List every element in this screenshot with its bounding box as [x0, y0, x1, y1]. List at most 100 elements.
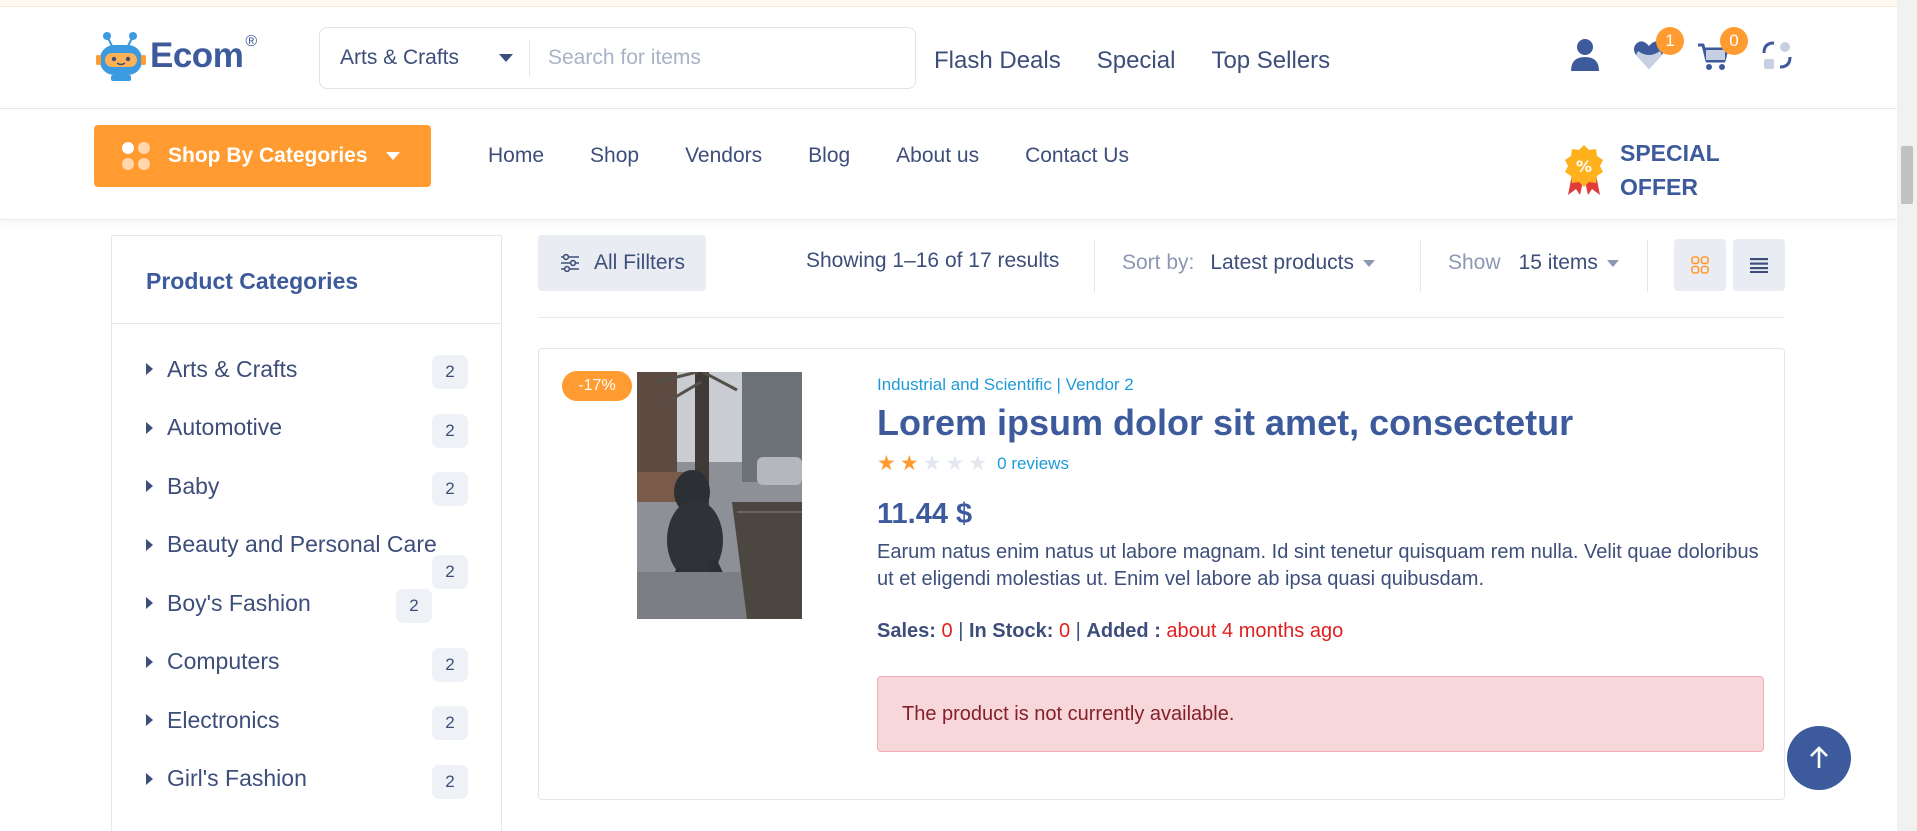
grid-icon	[1691, 256, 1709, 274]
category-label: Computers	[167, 648, 280, 675]
svg-text:%: %	[1576, 157, 1592, 176]
sales-label: Sales:	[877, 620, 936, 642]
caret-right-icon	[146, 714, 153, 727]
product-rating: ★ ★ ★ ★ ★ 0 reviews	[877, 453, 1069, 474]
category-item-girls-fashion[interactable]: Girl's Fashion 2	[112, 750, 501, 809]
page-scrollbar[interactable]	[1897, 0, 1917, 831]
product-title[interactable]: Lorem ipsum dolor sit amet, consectetur	[877, 402, 1573, 444]
all-filters-label: All Fillters	[594, 251, 686, 274]
category-label: Boy's Fashion	[167, 589, 311, 616]
category-item-beauty-personal-care[interactable]: Beauty and Personal Care 2	[112, 516, 501, 589]
list-view-button[interactable]	[1733, 239, 1785, 291]
offer-badge-icon: %	[1565, 145, 1603, 195]
category-item-boys-fashion[interactable]: Boy's Fashion 2	[112, 574, 501, 633]
added-label: Added :	[1086, 620, 1161, 642]
product-card: -17% Industrial and Scientific | Vendor …	[538, 348, 1785, 800]
category-count: 2	[396, 589, 432, 623]
divider	[1420, 240, 1421, 292]
separator: |	[1075, 620, 1087, 642]
top-link-top-sellers[interactable]: Top Sellers	[1211, 47, 1330, 75]
compare-icon[interactable]	[1760, 37, 1794, 73]
search-category-select[interactable]: Arts & Crafts	[320, 40, 530, 76]
wishlist-icon[interactable]: 1	[1632, 27, 1684, 73]
caret-right-icon	[146, 480, 153, 493]
category-label: Beauty and Personal Care	[167, 531, 437, 558]
arrow-up-icon	[1810, 746, 1828, 768]
star-filled-icon: ★	[899, 452, 919, 475]
logo-text: Ecom	[150, 36, 244, 75]
product-image[interactable]	[637, 372, 802, 619]
star-empty-icon: ★	[945, 452, 965, 475]
category-item-baby[interactable]: Baby 2	[112, 457, 501, 516]
all-filters-button[interactable]: All Fillters	[538, 235, 706, 291]
nav-header: Shop By Categories Home Shop Vendors Blo…	[0, 110, 1897, 220]
reviews-link[interactable]: 0 reviews	[997, 454, 1069, 474]
chevron-down-icon	[385, 152, 400, 160]
category-item-arts-crafts[interactable]: Arts & Crafts 2	[112, 340, 501, 399]
category-item-electronics[interactable]: Electronics 2	[112, 691, 501, 750]
star-empty-icon: ★	[922, 452, 942, 475]
category-count: 2	[432, 472, 468, 506]
nav-shop[interactable]: Shop	[590, 144, 639, 168]
top-link-special[interactable]: Special	[1097, 47, 1176, 75]
added-value: about 4 months ago	[1166, 620, 1344, 642]
product-categories-sidebar: Product Categories Arts & Crafts 2 Autom…	[111, 235, 502, 831]
category-label: Arts & Crafts	[167, 355, 298, 382]
cart-count-badge: 0	[1720, 27, 1748, 55]
show-value: 15 items	[1518, 251, 1598, 274]
sort-select[interactable]: Sort by: Latest products	[1122, 251, 1375, 275]
nav-about-us[interactable]: About us	[896, 144, 979, 168]
scroll-to-top-button[interactable]	[1787, 726, 1851, 790]
category-item-computers[interactable]: Computers 2	[112, 633, 501, 692]
header-icons: 1 0	[1568, 27, 1794, 73]
chevron-down-icon	[1606, 259, 1619, 267]
special-offer[interactable]: % SPECIAL OFFER	[1562, 136, 1720, 204]
category-label: Electronics	[167, 706, 280, 733]
results-count: Showing 1–16 of 17 results	[806, 249, 1060, 272]
sort-value: Latest products	[1210, 251, 1354, 274]
category-item-automotive[interactable]: Automotive 2	[112, 399, 501, 458]
category-count: 2	[432, 764, 468, 799]
category-list: Arts & Crafts 2 Automotive 2 Baby 2 Beau…	[112, 324, 501, 808]
category-label: Baby	[167, 472, 220, 499]
product-description: Earum natus enim natus ut labore magnam.…	[877, 541, 1759, 590]
discount-badge: -17%	[562, 371, 632, 401]
category-count: 2	[432, 413, 468, 448]
category-count: 2	[432, 647, 468, 682]
account-icon[interactable]	[1568, 37, 1602, 73]
wishlist-count-badge: 1	[1656, 27, 1684, 55]
scrollbar-thumb[interactable]	[1901, 146, 1913, 204]
sort-label: Sort by:	[1122, 251, 1195, 274]
divider	[1094, 240, 1095, 292]
top-link-flash-deals[interactable]: Flash Deals	[934, 47, 1061, 75]
separator: |	[958, 620, 969, 642]
shop-by-categories-label: Shop By Categories	[168, 144, 368, 167]
main-nav: Home Shop Vendors Blog About us Contact …	[488, 144, 1129, 168]
logo[interactable]: Ecom ®	[94, 28, 257, 84]
product-category-vendor[interactable]: Industrial and Scientific | Vendor 2	[877, 375, 1134, 395]
show-count-select[interactable]: Show 15 items	[1448, 251, 1619, 275]
chevron-down-icon	[499, 54, 513, 62]
list-icon	[1750, 258, 1768, 273]
search-category-value: Arts & Crafts	[340, 46, 460, 69]
nav-contact-us[interactable]: Contact Us	[1025, 144, 1129, 168]
divider	[1647, 240, 1648, 292]
grid-view-button[interactable]	[1674, 239, 1726, 291]
nav-vendors[interactable]: Vendors	[685, 144, 762, 168]
star-empty-icon: ★	[968, 452, 988, 475]
shop-by-categories-button[interactable]: Shop By Categories	[94, 125, 431, 187]
nav-blog[interactable]: Blog	[808, 144, 850, 168]
top-strip	[0, 0, 1917, 7]
search-input[interactable]	[530, 38, 915, 78]
cart-icon[interactable]: 0	[1696, 27, 1748, 73]
star-filled-icon: ★	[877, 452, 896, 475]
nav-home[interactable]: Home	[488, 144, 544, 168]
top-links: Flash Deals Special Top Sellers	[934, 47, 1330, 75]
caret-right-icon	[146, 538, 153, 551]
caret-right-icon	[146, 597, 153, 610]
special-offer-text: SPECIAL OFFER	[1620, 136, 1720, 204]
caret-right-icon	[146, 421, 153, 434]
sidebar-title: Product Categories	[112, 236, 501, 324]
category-count: 2	[432, 355, 468, 389]
stock-label: In Stock:	[968, 620, 1054, 642]
